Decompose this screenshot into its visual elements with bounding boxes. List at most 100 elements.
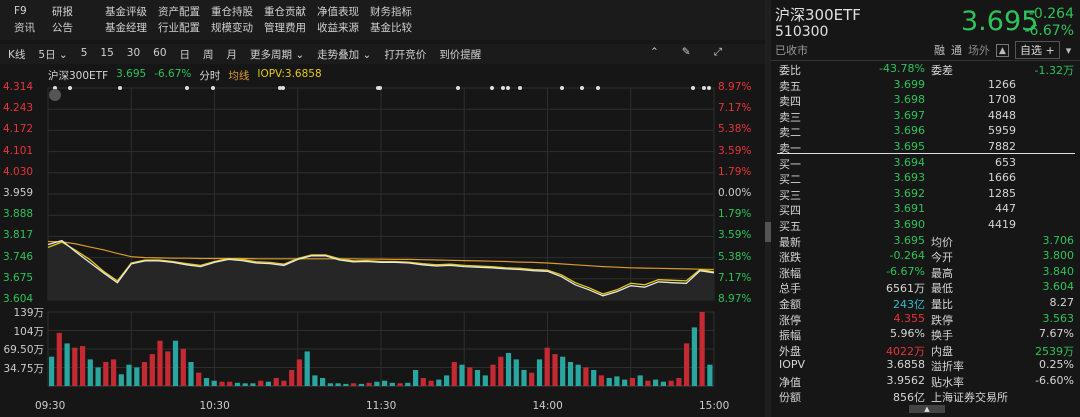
stat-value: 3.800 [1042, 249, 1075, 263]
volume-bar [467, 367, 473, 386]
event-marker [456, 86, 460, 90]
stat-label: 换手 [931, 329, 953, 343]
expand-toggle-icon[interactable]: ▲ [909, 405, 945, 413]
volume-bar [567, 362, 574, 386]
volume-bar [118, 374, 124, 386]
volume-bar [296, 359, 302, 386]
bell-icon[interactable]: ▲ [996, 43, 1009, 57]
volume-bar [265, 381, 271, 386]
event-marker [506, 86, 510, 90]
bid-label: 买一 [779, 157, 801, 171]
otc-tag[interactable]: 场外 [968, 42, 990, 58]
volume-bar [358, 383, 364, 386]
volume-bar [95, 367, 101, 386]
event-marker [211, 86, 215, 90]
margin-tag[interactable]: 融 [934, 42, 945, 58]
bid-volume: 653 [995, 155, 1016, 169]
volume-bar [273, 378, 279, 386]
chart-pane: F9 研报 基金评级 资产配置 重仓持股 重仓贡献 净值表现 财务指标 资讯 公告 基金经理 行业配… [0, 0, 765, 417]
volume-bar [482, 375, 488, 386]
event-marker [691, 86, 695, 90]
volume-bar [327, 383, 333, 386]
quote-row: 份额 856亿 上海证券交易所 [771, 388, 1080, 404]
volume-bar [389, 382, 395, 386]
volume-bar [684, 343, 690, 386]
volume-bar [598, 375, 604, 386]
stat-value: -6.67% [886, 264, 925, 278]
zoom-in-icon [49, 89, 61, 101]
quote-row: 卖五 3.699 1266 [771, 77, 1080, 93]
quote-row: 总手 6561万 最低 3.604 [771, 279, 1080, 295]
event-marker [185, 86, 189, 90]
stat-value: 6561万 [886, 282, 925, 296]
stat-label: 份额 [779, 391, 801, 405]
volume-bar [227, 381, 233, 386]
stat-value: 8.27 [1049, 295, 1075, 309]
quote-row: 卖四 3.698 1708 [771, 92, 1080, 108]
stat-value: 3.9562 [886, 373, 926, 387]
time-tick: 14:00 [532, 400, 563, 412]
volume-bar [529, 372, 535, 386]
intraday-chart[interactable] [0, 0, 765, 417]
stat-label: 外盘 [779, 344, 801, 358]
connect-tag[interactable]: 通 [951, 42, 962, 58]
stat-label: 最新 [779, 235, 801, 249]
volume-bar [312, 375, 318, 386]
volume-bar [188, 362, 194, 386]
stat-value: 0.25% [1039, 358, 1074, 372]
stat-value: 4022万 [886, 344, 925, 358]
volume-bar [591, 370, 597, 386]
volume-bar [474, 370, 481, 386]
bid-price: 3.692 [893, 186, 926, 200]
volume-bar [552, 354, 558, 386]
quote-row: 最新 3.695 均价 3.706 [771, 233, 1080, 249]
bid-price: 3.694 [893, 155, 926, 169]
bid-ask-divider [777, 153, 1075, 154]
volume-bar [668, 380, 674, 386]
volume-bar [560, 356, 566, 386]
volume-bar [219, 381, 225, 386]
volume-bar [180, 348, 186, 386]
stat-value: 4.355 [893, 311, 926, 325]
stat-label: 振幅 [779, 329, 801, 343]
volume-bar [56, 332, 62, 386]
volume-bar [258, 380, 264, 386]
stat-value: -6.60% [1035, 373, 1074, 387]
ask-label: 卖五 [779, 79, 801, 93]
quote-row: 振幅 5.96% 换手 7.67% [771, 326, 1080, 342]
quote-row: 买五 3.690 4419 [771, 217, 1080, 233]
quote-panel: 沪深300ETF 510300 已收市 3.695 -0.264 -6.67% … [771, 0, 1080, 417]
stat-label: 跌停 [931, 313, 953, 327]
event-marker [490, 86, 494, 90]
stat-label: 最低 [931, 282, 953, 296]
volume-bar [196, 372, 202, 386]
volume-bar [451, 362, 457, 386]
volume-bar [72, 347, 78, 386]
ask-price: 3.695 [893, 139, 926, 153]
wc-value: -1.32万 [1034, 64, 1074, 77]
watchlist-dropdown[interactable]: ▾ [1066, 44, 1072, 57]
stat-value: 3.695 [893, 233, 926, 247]
ask-price: 3.696 [893, 124, 926, 138]
volume-bar [606, 378, 612, 386]
add-watchlist-button[interactable]: 自选 + [1015, 41, 1060, 59]
volume-bar [498, 356, 504, 386]
quote-row: 涨幅 -6.67% 最高 3.840 [771, 264, 1080, 280]
volume-bar [64, 343, 70, 386]
volume-bar [660, 381, 666, 386]
stat-value: 856亿 [893, 391, 925, 405]
ask-label: 卖二 [779, 126, 801, 140]
ask-label: 卖四 [779, 95, 801, 109]
volume-bar [149, 354, 155, 386]
security-name: 沪深300ETF [775, 6, 861, 24]
volume-bar [436, 379, 442, 386]
stat-label: 上海证券交易所 [931, 391, 1008, 405]
wb-value: -43.78% [879, 62, 925, 75]
stat-label: 均价 [931, 235, 953, 249]
ask-volume: 7882 [988, 139, 1016, 153]
volume-bar [405, 382, 411, 386]
volume-bar [505, 353, 512, 386]
stat-label: IOPV [779, 358, 806, 372]
volume-bar [203, 378, 210, 386]
stat-value: 3.706 [1042, 233, 1075, 247]
